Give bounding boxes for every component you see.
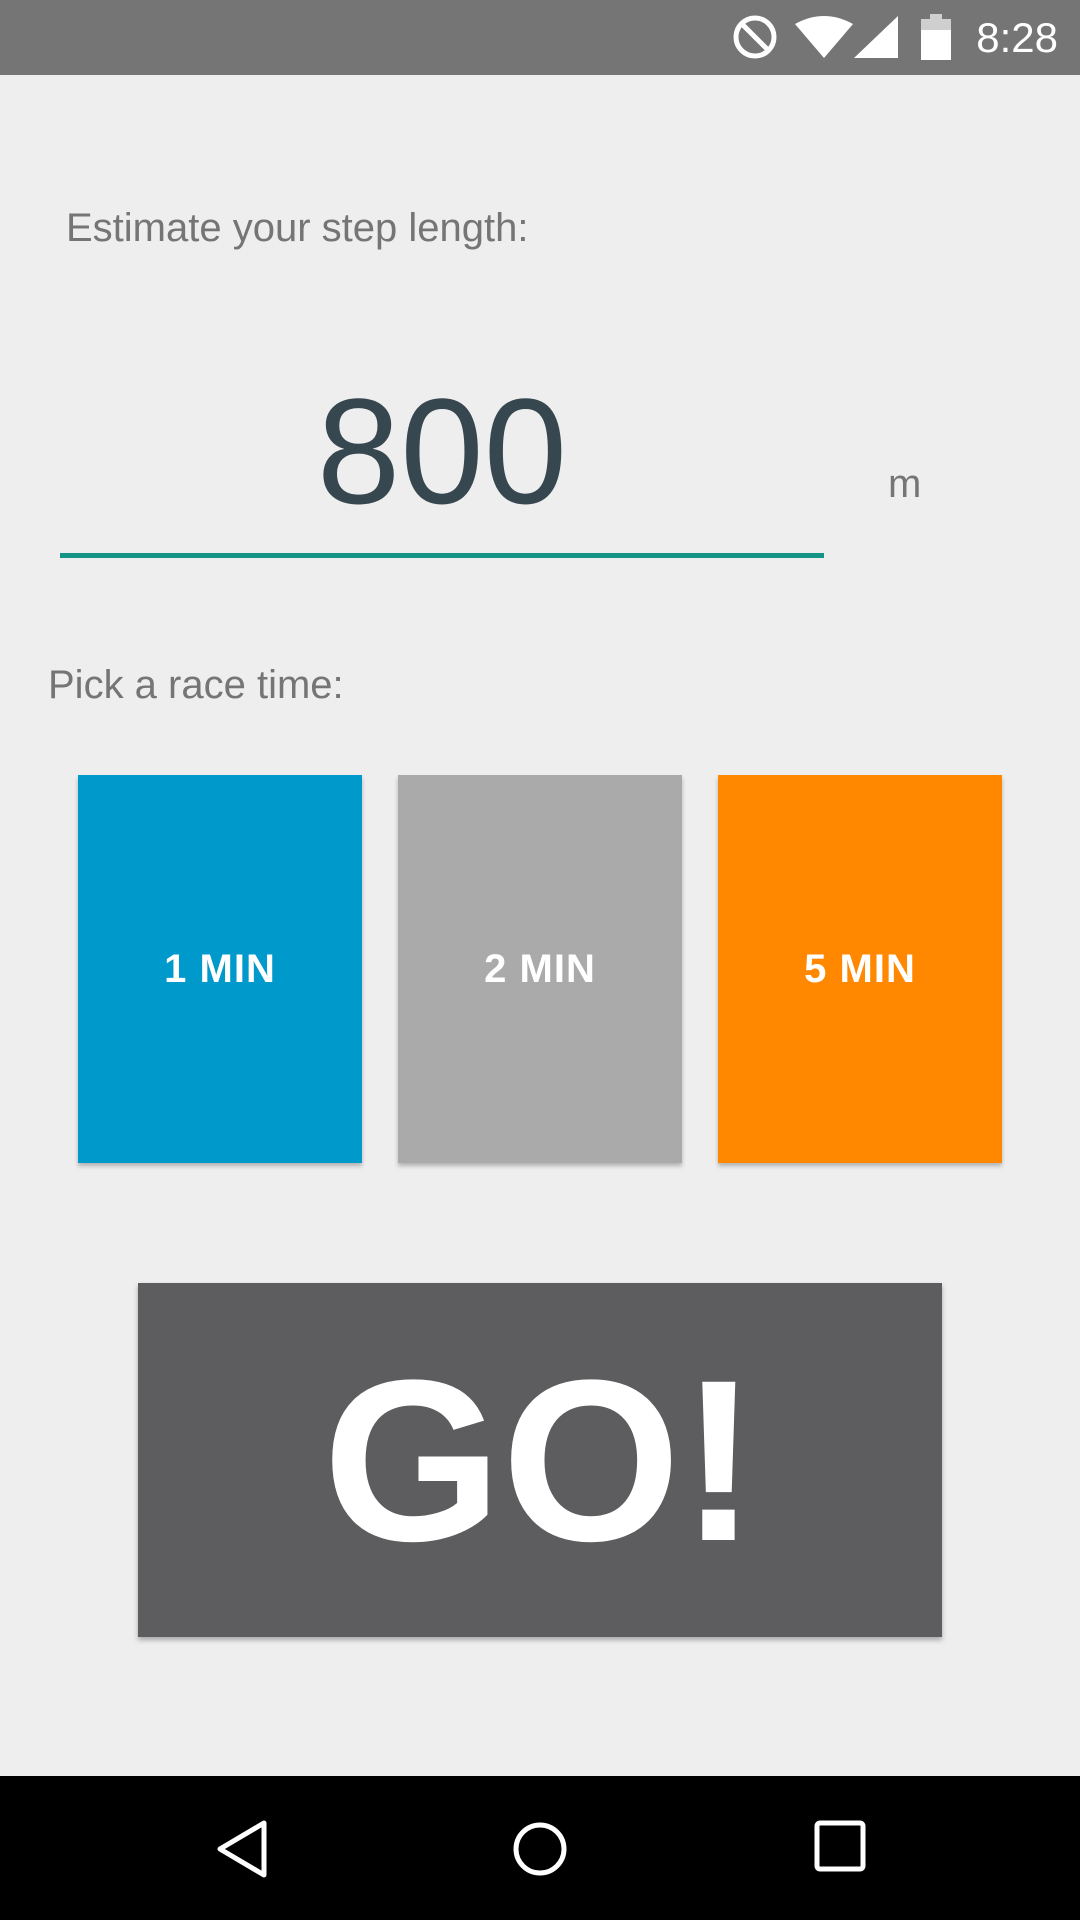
do-not-disturb-icon [733, 15, 777, 59]
back-icon[interactable] [212, 1818, 272, 1880]
race-time-1-min-button[interactable]: 1 MIN [78, 775, 362, 1163]
wifi-icon [795, 16, 853, 58]
step-length-label: Estimate your step length: [66, 206, 529, 250]
race-time-5-min-button[interactable]: 5 MIN [718, 775, 1002, 1163]
battery-icon [921, 14, 951, 60]
status-time: 8:28 [976, 14, 1058, 61]
recents-icon[interactable] [812, 1818, 868, 1874]
go-button[interactable]: GO! [138, 1283, 942, 1637]
race-time-label: Pick a race time: [48, 663, 344, 707]
cell-signal-icon [854, 16, 898, 58]
status-bar: 8:28 [0, 0, 1080, 75]
home-icon[interactable] [509, 1818, 571, 1880]
step-length-input[interactable] [60, 370, 824, 558]
navigation-bar [0, 1776, 1080, 1920]
app-screen: 8:28 Estimate your step length: m Pick a… [0, 0, 1080, 1920]
race-time-2-min-button[interactable]: 2 MIN [398, 775, 682, 1163]
unit-label: m [888, 462, 922, 506]
